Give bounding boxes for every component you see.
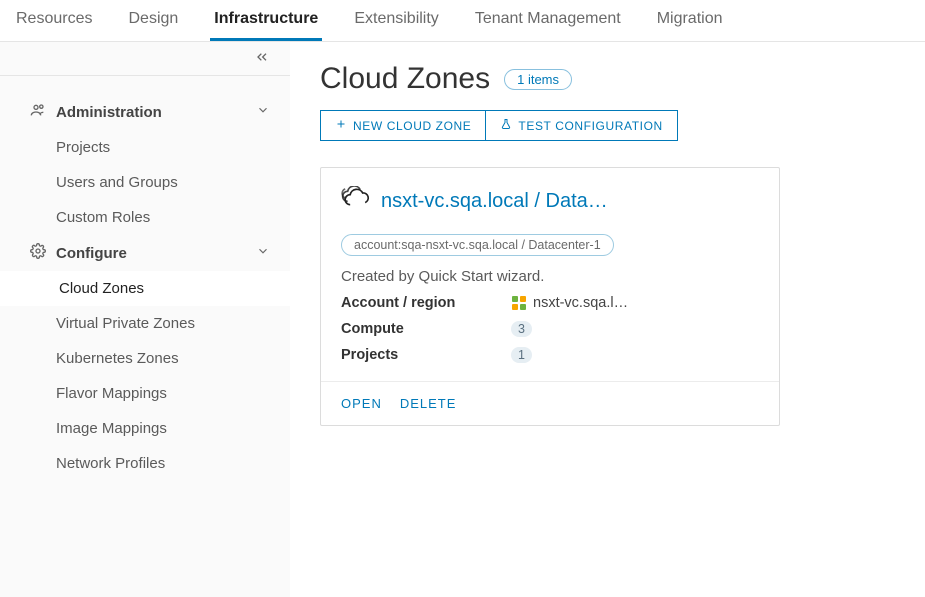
card-description: Created by Quick Start wizard. xyxy=(341,268,759,285)
sidebar-item-flavor-mappings[interactable]: Flavor Mappings xyxy=(0,376,290,411)
value-account-region-text: nsxt-vc.sqa.l… xyxy=(533,295,628,311)
sidebar-item-image-mappings[interactable]: Image Mappings xyxy=(0,411,290,446)
label-compute: Compute xyxy=(341,321,511,337)
sidebar-section-administration[interactable]: Administration xyxy=(0,94,290,130)
sidebar-scroll[interactable]: Administration Projects Users and Groups… xyxy=(0,76,290,597)
compute-count-badge: 3 xyxy=(511,321,532,337)
layout: Administration Projects Users and Groups… xyxy=(0,42,925,597)
cloud-stack-icon xyxy=(341,186,371,216)
item-count-pill: 1 items xyxy=(504,69,572,90)
tab-tenant-management[interactable]: Tenant Management xyxy=(471,0,625,41)
sidebar-item-custom-roles[interactable]: Custom Roles xyxy=(0,200,290,235)
plus-icon xyxy=(335,118,347,133)
sidebar-section-configure[interactable]: Configure xyxy=(0,235,290,271)
value-projects: 1 xyxy=(511,347,532,363)
page-title: Cloud Zones xyxy=(320,62,490,96)
row-projects: Projects 1 xyxy=(341,347,759,363)
cloud-zone-title-link[interactable]: nsxt-vc.sqa.local / Data… xyxy=(341,186,759,216)
tab-design[interactable]: Design xyxy=(124,0,182,41)
value-account-region: nsxt-vc.sqa.l… xyxy=(511,295,628,311)
tab-extensibility[interactable]: Extensibility xyxy=(350,0,442,41)
tab-infrastructure[interactable]: Infrastructure xyxy=(210,0,322,41)
sidebar-item-network-profiles[interactable]: Network Profiles xyxy=(0,446,290,481)
row-compute: Compute 3 xyxy=(341,321,759,337)
sidebar-section-label: Administration xyxy=(56,104,162,121)
open-button[interactable]: Open xyxy=(341,396,382,411)
chevron-down-icon xyxy=(256,244,270,262)
new-cloud-zone-button[interactable]: New Cloud Zone xyxy=(320,110,486,141)
card-actions: Open Delete xyxy=(321,381,779,411)
action-row: New Cloud Zone Test Configuration xyxy=(320,110,895,141)
sidebar-item-kubernetes-zones[interactable]: Kubernetes Zones xyxy=(0,341,290,376)
projects-count-badge: 1 xyxy=(511,347,532,363)
sidebar-collapse-bar xyxy=(0,42,290,76)
sidebar-item-virtual-private-zones[interactable]: Virtual Private Zones xyxy=(0,306,290,341)
account-tag-pill: account:sqa-nsxt-vc.sqa.local / Datacent… xyxy=(341,234,614,256)
page-title-row: Cloud Zones 1 items xyxy=(320,62,895,96)
vcenter-icon xyxy=(511,295,527,311)
row-account-region: Account / region nsxt-vc.sqa.l… xyxy=(341,295,759,311)
collapse-sidebar-icon[interactable] xyxy=(254,49,270,68)
value-compute: 3 xyxy=(511,321,532,337)
sidebar-item-cloud-zones[interactable]: Cloud Zones xyxy=(0,271,290,306)
sidebar-item-users-and-groups[interactable]: Users and Groups xyxy=(0,165,290,200)
gear-icon xyxy=(30,243,48,263)
cloud-zone-card: nsxt-vc.sqa.local / Data… account:sqa-ns… xyxy=(320,167,780,426)
flask-icon xyxy=(500,118,512,133)
tab-migration[interactable]: Migration xyxy=(653,0,727,41)
button-label: New Cloud Zone xyxy=(353,119,471,133)
main-content: Cloud Zones 1 items New Cloud Zone Test … xyxy=(290,42,925,597)
sidebar-section-label: Configure xyxy=(56,245,127,262)
top-nav: Resources Design Infrastructure Extensib… xyxy=(0,0,925,42)
label-projects: Projects xyxy=(341,347,511,363)
cloud-zone-title-text: nsxt-vc.sqa.local / Data… xyxy=(381,190,608,213)
label-account-region: Account / region xyxy=(341,295,511,311)
delete-button[interactable]: Delete xyxy=(400,396,457,411)
button-label: Test Configuration xyxy=(518,119,662,133)
users-icon xyxy=(30,102,48,122)
sidebar: Administration Projects Users and Groups… xyxy=(0,42,290,597)
sidebar-item-projects[interactable]: Projects xyxy=(0,130,290,165)
tab-resources[interactable]: Resources xyxy=(12,0,96,41)
test-configuration-button[interactable]: Test Configuration xyxy=(486,110,677,141)
chevron-down-icon xyxy=(256,103,270,121)
